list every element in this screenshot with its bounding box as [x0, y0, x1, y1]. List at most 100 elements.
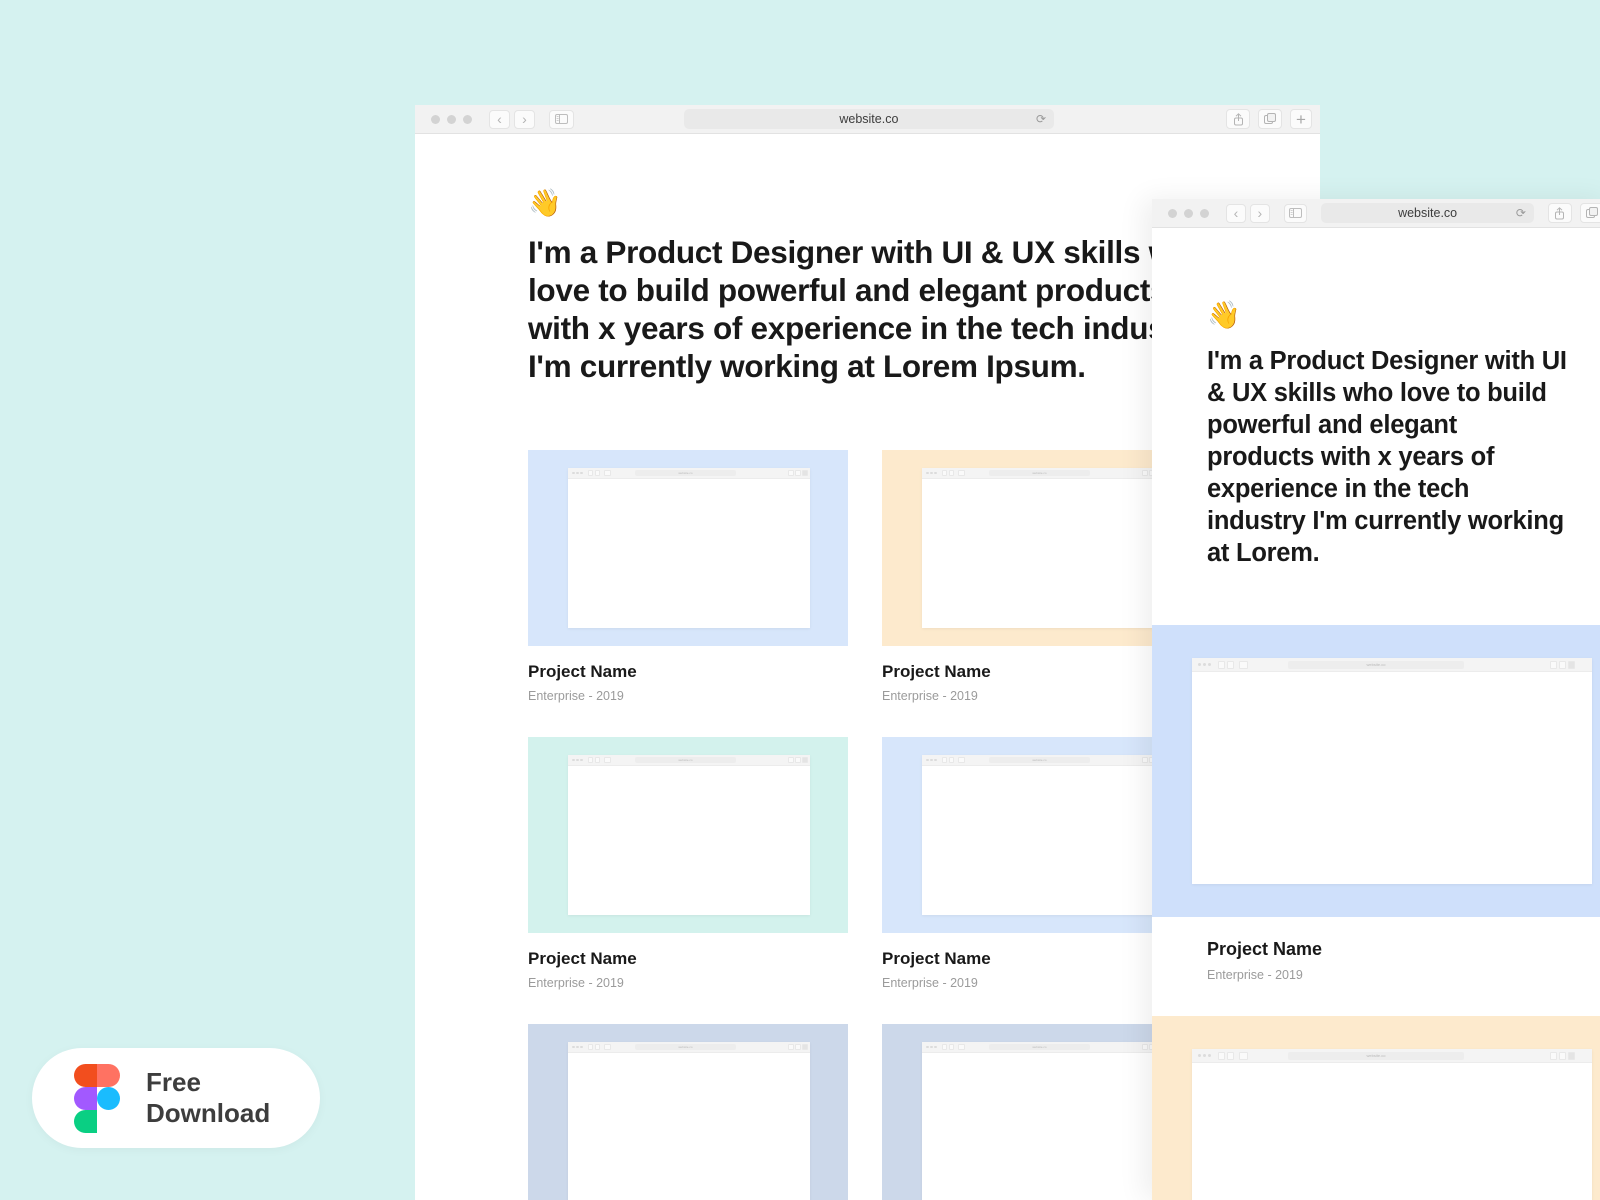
mini-max-dot: [1208, 663, 1211, 666]
project-thumbnail[interactable]: website.co: [1152, 625, 1600, 917]
mini-back-icon: [941, 1044, 948, 1050]
sidebar-icon[interactable]: [548, 109, 574, 129]
mini-max-dot: [580, 758, 583, 762]
tabs-icon[interactable]: [1258, 109, 1282, 129]
mini-address-bar: website.co: [635, 470, 736, 476]
minimize-button[interactable]: [1184, 208, 1193, 218]
forward-icon[interactable]: ›: [513, 109, 535, 129]
figma-logo-icon: [74, 1064, 120, 1133]
mini-back-icon: [587, 757, 594, 763]
mini-sidebar-icon: [958, 470, 966, 476]
figma-logo-green: [74, 1110, 97, 1133]
project-thumbnail[interactable]: website.co: [1152, 1016, 1600, 1200]
project-grid-front: website.co Project Name Enterprise - 201…: [1152, 625, 1600, 1200]
mini-min-dot: [930, 471, 933, 475]
project-title: Project Name: [528, 662, 637, 681]
mini-back-icon: [941, 470, 948, 476]
address-bar-text: website.co: [1398, 206, 1458, 220]
mini-sidebar-icon: [604, 470, 612, 476]
reload-icon[interactable]: ⟳: [1036, 112, 1046, 126]
browser-chrome: ‹ › website.co ⟳: [415, 105, 1320, 134]
mini-sidebar-icon: [604, 757, 612, 763]
share-icon[interactable]: [1547, 203, 1572, 223]
mini-newtab-icon: [802, 757, 809, 763]
sidebar-icon[interactable]: [1283, 203, 1308, 223]
project-card[interactable]: website.co Project Name Enterprise - 201…: [528, 450, 848, 703]
mini-browser: website.co: [922, 1042, 1164, 1200]
mini-forward-icon: [1227, 1051, 1234, 1060]
mini-tabs-icon: [795, 757, 801, 763]
page-headline: I'm a Product Designer with UI & UX skil…: [1207, 347, 1567, 567]
mini-close-dot: [572, 1045, 575, 1049]
project-card[interactable]: website.co Project Name Enterprise - 201…: [1152, 625, 1600, 982]
figma-logo-orange: [74, 1064, 97, 1087]
mini-sidebar-icon: [604, 1044, 612, 1050]
free-download-badge[interactable]: Free Download: [32, 1048, 320, 1148]
mini-max-dot: [580, 471, 583, 475]
share-glyph: [1233, 112, 1243, 125]
mini-tabs-icon: [795, 1044, 801, 1050]
project-thumbnail[interactable]: website.co: [528, 450, 848, 646]
mini-close-dot: [572, 471, 575, 475]
mini-browser: website.co: [568, 468, 810, 628]
mini-newtab-icon: [802, 1044, 809, 1050]
share-glyph: [1555, 206, 1565, 219]
share-icon[interactable]: [1226, 109, 1250, 129]
figma-logo-salmon: [97, 1064, 120, 1087]
mini-max-dot: [1208, 1054, 1211, 1057]
mini-address-bar: website.co: [1288, 660, 1464, 669]
project-card[interactable]: website.co Project Name Enterprise - 201…: [528, 1024, 848, 1200]
mini-forward-icon: [594, 757, 601, 763]
tabs-glyph: [1264, 113, 1276, 124]
mini-forward-icon: [1227, 660, 1234, 669]
back-icon[interactable]: ‹: [1226, 203, 1246, 223]
mini-newtab-icon: [802, 470, 809, 476]
close-button[interactable]: [1168, 208, 1177, 218]
window-controls[interactable]: [431, 114, 472, 124]
mini-forward-icon: [948, 1044, 955, 1050]
mini-sidebar-icon: [1239, 1051, 1248, 1060]
mini-browser: website.co: [922, 468, 1164, 628]
mini-tabs-icon: [795, 470, 801, 476]
mini-forward-icon: [948, 470, 955, 476]
mini-min-dot: [930, 758, 933, 762]
new-tab-icon[interactable]: +: [1290, 109, 1312, 129]
mini-close-dot: [926, 471, 929, 475]
mini-back-icon: [1218, 660, 1225, 669]
mini-max-dot: [580, 1045, 583, 1049]
mini-share-icon: [1141, 1044, 1148, 1050]
minimize-button[interactable]: [447, 114, 456, 124]
maximize-button[interactable]: [463, 114, 472, 124]
project-meta: Enterprise - 2019: [528, 689, 624, 703]
project-card[interactable]: website.co Project Name Enterprise - 201…: [1152, 1016, 1600, 1200]
mini-share-icon: [1141, 470, 1148, 476]
mini-tabs-icon: [1559, 660, 1566, 669]
badge-line-1: Free: [146, 1067, 201, 1098]
reload-icon[interactable]: ⟳: [1516, 206, 1526, 220]
close-button[interactable]: [431, 114, 440, 124]
maximize-button[interactable]: [1200, 208, 1209, 218]
mini-address-bar: website.co: [989, 757, 1090, 763]
address-bar[interactable]: website.co ⟳: [1321, 203, 1534, 223]
project-meta: Enterprise - 2019: [528, 976, 624, 990]
back-icon[interactable]: ‹: [489, 109, 510, 129]
mini-min-dot: [1203, 1054, 1206, 1057]
mini-address-bar: website.co: [635, 757, 736, 763]
tabs-icon[interactable]: [1579, 203, 1600, 223]
mini-address-bar: website.co: [635, 1044, 736, 1050]
mini-share-icon: [787, 757, 794, 763]
window-controls[interactable]: [1168, 208, 1209, 218]
mini-newtab-icon: [1568, 1051, 1575, 1060]
mini-forward-icon: [948, 757, 955, 763]
project-thumbnail[interactable]: website.co: [528, 1024, 848, 1200]
mini-address-bar: website.co: [989, 1044, 1090, 1050]
project-thumbnail[interactable]: website.co: [528, 737, 848, 933]
project-title: Project Name: [528, 949, 637, 968]
forward-icon[interactable]: ›: [1249, 203, 1270, 223]
mini-min-dot: [576, 471, 579, 475]
address-bar[interactable]: website.co ⟳: [683, 109, 1054, 129]
mini-share-icon: [787, 470, 794, 476]
mini-min-dot: [576, 1045, 579, 1049]
project-card[interactable]: website.co Project Name Enterprise - 201…: [528, 737, 848, 990]
mini-back-icon: [1218, 1051, 1225, 1060]
